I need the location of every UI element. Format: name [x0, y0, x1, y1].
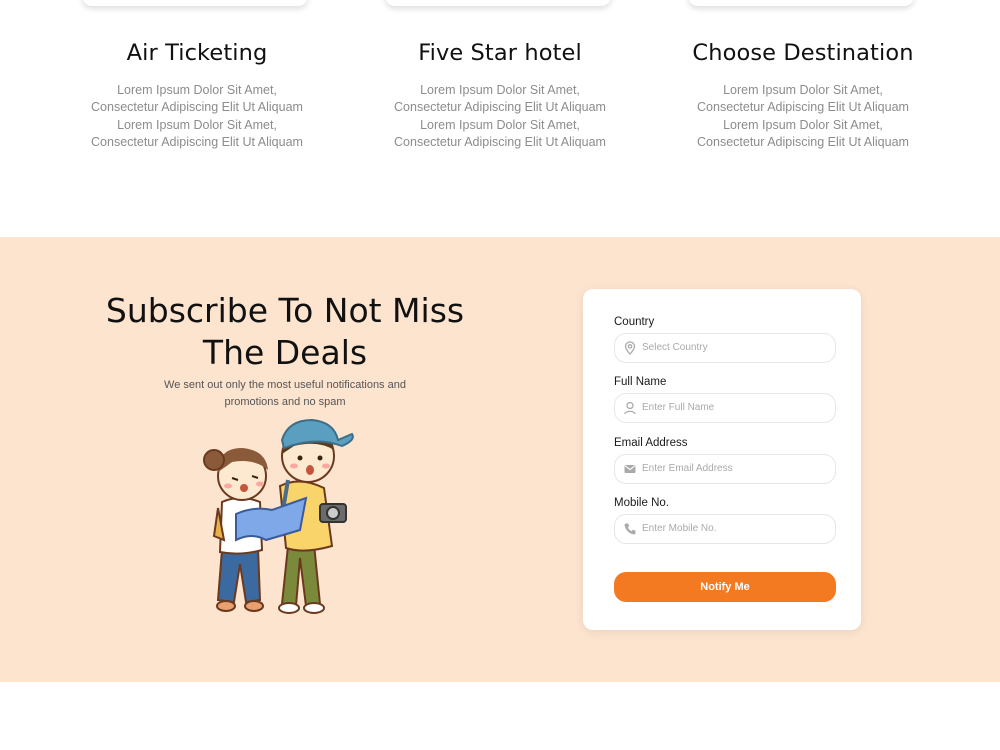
email-placeholder: Enter Email Address	[642, 463, 733, 474]
mail-icon	[624, 465, 636, 473]
travelers-illustration	[203, 418, 354, 614]
email-field[interactable]: Enter Email Address	[614, 454, 836, 484]
mobile-placeholder: Enter Mobile No.	[642, 523, 717, 534]
feature-title: Choose Destination	[692, 40, 914, 66]
subscribe-title: Subscribe To Not Miss The Deals	[105, 291, 465, 372]
subscribe-section: Subscribe To Not Miss The Deals We sent …	[0, 237, 1000, 682]
country-placeholder: Select Country	[642, 342, 708, 353]
feature-card-top	[688, 0, 914, 6]
feature-text: Lorem Ipsum Dolor Sit Amet, Consectetur …	[697, 83, 909, 150]
feature-title: Air Ticketing	[126, 40, 268, 66]
phone-icon	[624, 523, 636, 535]
subscribe-form: Country Select Country Full Name Enter F…	[583, 289, 861, 630]
features-section: Air Ticketing Lorem Ipsum Dolor Sit Amet…	[0, 0, 1000, 237]
feature-text: Lorem Ipsum Dolor Sit Amet, Consectetur …	[91, 83, 303, 150]
feature-card-top	[82, 0, 308, 6]
country-select[interactable]: Select Country	[614, 333, 836, 363]
location-pin-icon	[624, 341, 636, 355]
feature-title: Five Star hotel	[418, 40, 582, 66]
mobile-field[interactable]: Enter Mobile No.	[614, 514, 836, 544]
full-name-label: Full Name	[614, 376, 667, 388]
full-name-field[interactable]: Enter Full Name	[614, 393, 836, 423]
full-name-placeholder: Enter Full Name	[642, 402, 715, 413]
subscribe-description: We sent out only the most useful notific…	[164, 379, 406, 408]
country-label: Country	[614, 316, 655, 328]
feature-text: Lorem Ipsum Dolor Sit Amet, Consectetur …	[394, 83, 606, 150]
notify-me-button[interactable]: Notify Me	[614, 572, 836, 602]
mobile-label: Mobile No.	[614, 497, 669, 509]
feature-card-top	[385, 0, 611, 6]
user-icon	[624, 401, 636, 415]
email-label: Email Address	[614, 437, 688, 449]
